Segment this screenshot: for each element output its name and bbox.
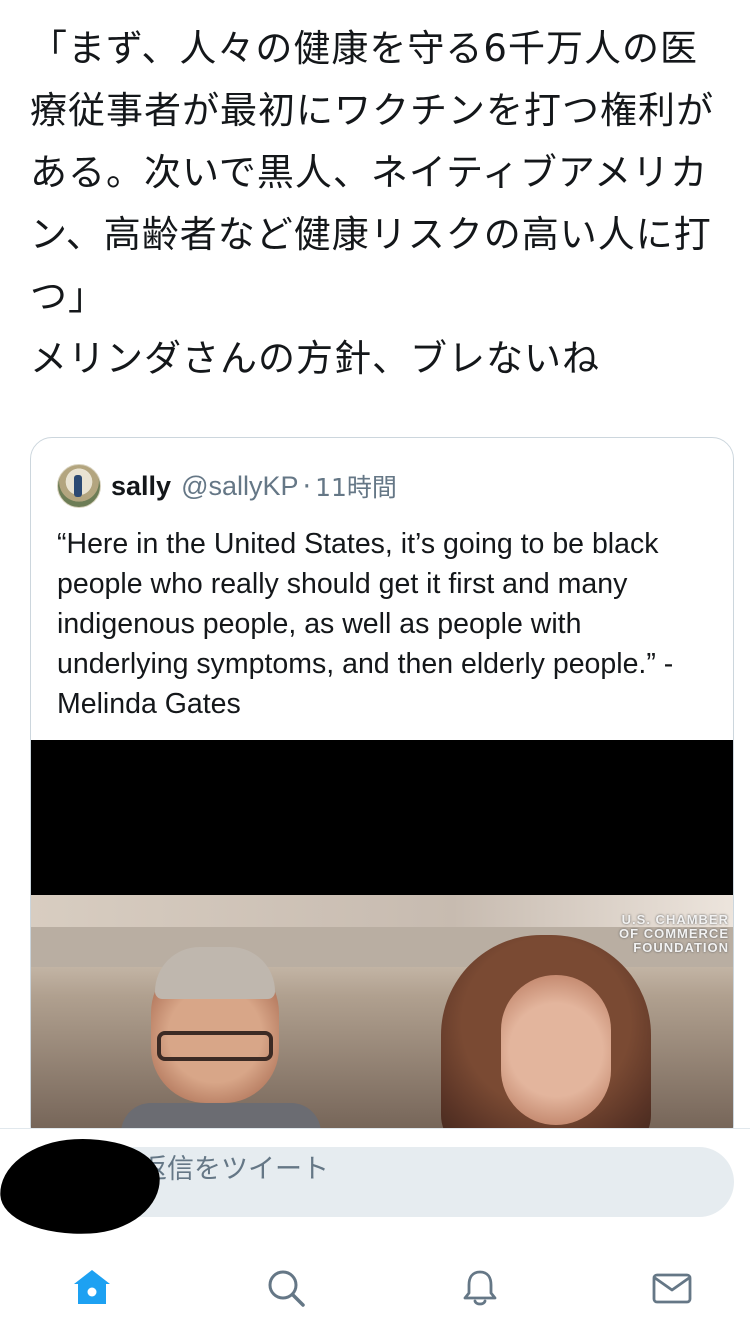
glasses bbox=[157, 1031, 273, 1061]
reply-placeholder[interactable]: 返信をツイート bbox=[140, 1147, 329, 1186]
bottom-tab-bar bbox=[0, 1238, 750, 1334]
tab-search[interactable] bbox=[256, 1258, 316, 1318]
quoted-tweet-time: 11時間 bbox=[315, 473, 397, 502]
quoted-tweet-text: “Here in the United States, it’s going t… bbox=[57, 528, 674, 720]
avatar[interactable] bbox=[57, 464, 101, 508]
notifications-icon bbox=[463, 1270, 497, 1306]
video-person-left bbox=[121, 947, 321, 1146]
quoted-tweet-header: sally @sallyKP · 11時間 bbox=[57, 464, 397, 508]
quoted-author-name[interactable]: sally bbox=[111, 471, 171, 502]
quoted-tweet-card[interactable]: sally @sallyKP · 11時間 “Here in the Unite… bbox=[30, 437, 734, 1147]
tweet-text: 「まず、人々の健康を守る6千万人の医療従事者が最初にワクチンを打つ権利がある。次… bbox=[30, 27, 714, 380]
search-icon bbox=[268, 1270, 305, 1307]
reply-bar: 返信をツイート bbox=[0, 1128, 750, 1249]
tab-home[interactable] bbox=[62, 1258, 122, 1318]
redacted-avatar bbox=[0, 1134, 163, 1239]
video-person-right bbox=[441, 935, 661, 1146]
header-separator: · bbox=[302, 470, 312, 502]
messages-icon bbox=[652, 1273, 692, 1304]
person-left-hair bbox=[155, 947, 275, 999]
person-right-face bbox=[501, 975, 611, 1125]
tab-notifications[interactable] bbox=[450, 1258, 510, 1318]
quoted-tweet-video[interactable]: U.S. CHAMBER OF COMMERCE FOUNDATION bbox=[31, 740, 733, 1146]
tab-messages[interactable] bbox=[642, 1258, 702, 1318]
video-frame: U.S. CHAMBER OF COMMERCE FOUNDATION bbox=[31, 895, 733, 1146]
home-icon bbox=[74, 1270, 110, 1304]
logo-line-1: U.S. CHAMBER bbox=[621, 912, 729, 927]
quoted-author-handle[interactable]: @sallyKP bbox=[181, 471, 298, 502]
